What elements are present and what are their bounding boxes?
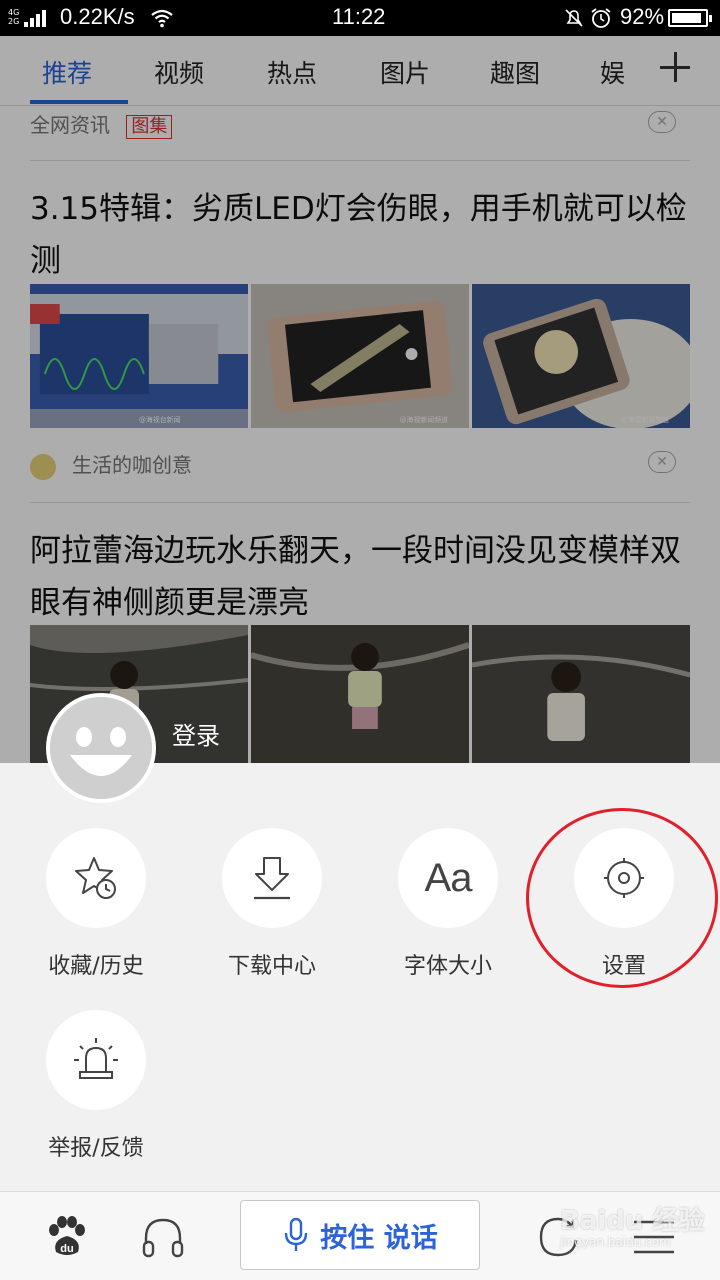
clock: 11:22 — [332, 4, 386, 29]
dim-overlay[interactable] — [0, 36, 720, 763]
battery-percent: 92% — [620, 4, 665, 29]
download-icon — [254, 857, 290, 900]
favorites-history-button[interactable]: 收藏/历史 — [8, 828, 184, 980]
wifi-icon — [151, 9, 173, 28]
login-link[interactable]: 登录 — [172, 716, 220, 751]
menu-label: 字体大小 — [403, 954, 492, 979]
menu-label: 举报/反馈 — [48, 1136, 144, 1161]
smiley-face-icon — [50, 697, 152, 799]
download-center-button[interactable]: 下载中心 — [184, 828, 360, 980]
signal-icon — [24, 10, 46, 27]
status-bar: 4G 2G 0.22K/s 11:22 92% — [0, 0, 720, 36]
alarm-icon — [591, 8, 611, 28]
report-alarm-icon — [74, 1038, 118, 1079]
menu-label: 收藏/历史 — [48, 954, 144, 979]
svg-text:du: du — [60, 1243, 73, 1255]
network-speed: 0.22K/s — [60, 4, 135, 29]
bell-muted-icon — [565, 9, 583, 27]
font-size-icon: Aa — [424, 855, 473, 900]
voice-button-label: 按住 说话 — [320, 1222, 438, 1254]
network-type: 4G 2G — [8, 8, 20, 26]
voice-input-button[interactable]: 按住 说话 — [240, 1200, 480, 1270]
user-avatar[interactable] — [46, 693, 156, 803]
headphones-icon[interactable] — [140, 1214, 186, 1260]
report-feedback-button[interactable]: 举报/反馈 — [8, 1010, 184, 1162]
watermark-text: Baidu 经验 — [560, 1206, 705, 1236]
watermark: Baidu 经验 jingyan.baidu.com — [560, 1200, 704, 1249]
baidu-paw-icon[interactable]: du — [44, 1214, 90, 1260]
highlight-circle — [526, 808, 718, 988]
menu-label: 下载中心 — [227, 954, 316, 979]
watermark-url: jingyan.baidu.com — [560, 1235, 671, 1249]
microphone-icon — [285, 1217, 308, 1251]
font-size-button[interactable]: Aa 字体大小 — [360, 828, 536, 980]
battery-icon — [668, 9, 712, 27]
star-clock-icon — [75, 857, 116, 899]
